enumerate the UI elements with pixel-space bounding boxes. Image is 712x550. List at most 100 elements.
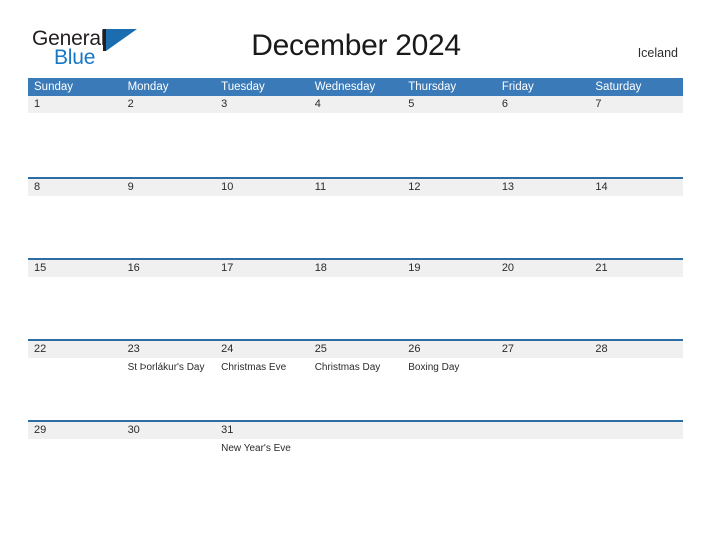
holiday-event-label: Christmas Day bbox=[314, 362, 381, 373]
holiday-event-label: Boxing Day bbox=[408, 362, 460, 373]
day-cell-30[interactable]: 30 bbox=[122, 422, 216, 501]
holiday-event-label: St Þorlákur's Day bbox=[127, 362, 205, 373]
day-cell-28[interactable]: 28 bbox=[589, 341, 683, 420]
week-cells: 8 9 10 11 12 13 14 bbox=[28, 179, 683, 258]
day-events: Christmas Day bbox=[315, 358, 403, 374]
day-number: 6 bbox=[501, 98, 508, 110]
day-number: 13 bbox=[501, 181, 515, 193]
day-cell-24[interactable]: 24 Christmas Eve bbox=[215, 341, 309, 420]
day-cell-8[interactable]: 8 bbox=[28, 179, 122, 258]
day-events: New Year's Eve bbox=[221, 439, 309, 455]
day-number: 23 bbox=[127, 343, 140, 355]
weekday-header-monday: Monday bbox=[127, 81, 169, 93]
holiday-event-label: Christmas Eve bbox=[221, 362, 287, 373]
day-number bbox=[502, 422, 590, 439]
day-cell-23[interactable]: 23 St Þorlákur's Day bbox=[122, 341, 216, 420]
day-cell-empty bbox=[402, 422, 496, 501]
day-cell-12[interactable]: 12 bbox=[402, 179, 496, 258]
day-cell-4[interactable]: 4 bbox=[309, 96, 403, 175]
day-cell-25[interactable]: 25 Christmas Day bbox=[309, 341, 403, 420]
day-number: 11 bbox=[314, 181, 327, 193]
day-number: 17 bbox=[221, 262, 234, 274]
day-cell-6[interactable]: 6 bbox=[496, 96, 590, 175]
weekday-header-row: Sunday Monday Tuesday Wednesday Thursday Frid… bbox=[28, 78, 683, 96]
day-cell-empty bbox=[589, 422, 683, 501]
weekday-header-tuesday: Tuesday bbox=[221, 81, 265, 93]
day-cell-5[interactable]: 5 bbox=[402, 96, 496, 175]
day-cell-18[interactable]: 18 bbox=[309, 260, 403, 339]
day-number: 1 bbox=[34, 98, 41, 110]
day-cell-9[interactable]: 9 bbox=[122, 179, 216, 258]
weekday-header-wednesday: Wednesday bbox=[314, 81, 376, 93]
day-number: 5 bbox=[408, 98, 415, 110]
day-number: 26 bbox=[408, 343, 421, 355]
weekday-header-sunday: Sunday bbox=[34, 81, 74, 93]
day-number: 3 bbox=[221, 98, 228, 110]
day-cell-7[interactable]: 7 bbox=[589, 96, 683, 175]
holiday-event-label: New Year's Eve bbox=[221, 443, 291, 454]
day-cell-empty bbox=[309, 422, 403, 501]
day-number bbox=[408, 422, 496, 439]
day-number: 27 bbox=[501, 343, 515, 355]
week-cells: 22 23 St Þorlákur's Day 24 Christmas Eve 25 Ch… bbox=[28, 341, 683, 420]
day-cell-29[interactable]: 29 bbox=[28, 422, 122, 501]
day-number: 8 bbox=[34, 181, 41, 193]
day-cell-27[interactable]: 27 bbox=[496, 341, 590, 420]
calendar-page: General Blue December 2024 Iceland Sunda… bbox=[0, 0, 712, 550]
day-cell-10[interactable]: 10 bbox=[215, 179, 309, 258]
day-cell-22[interactable]: 22 bbox=[28, 341, 122, 420]
day-number: 15 bbox=[34, 262, 47, 274]
day-cell-1[interactable]: 1 bbox=[28, 96, 122, 175]
day-number: 25 bbox=[314, 343, 327, 355]
day-number: 21 bbox=[595, 262, 608, 274]
day-number: 16 bbox=[127, 262, 140, 274]
weekday-header-thursday: Thursday bbox=[408, 81, 457, 93]
page-header: General Blue December 2024 Iceland bbox=[0, 0, 712, 78]
day-cell-19[interactable]: 19 bbox=[402, 260, 496, 339]
day-cell-13[interactable]: 13 bbox=[496, 179, 590, 258]
day-number: 12 bbox=[408, 181, 421, 193]
week-cells: 29 30 31 New Year's Eve bbox=[28, 422, 683, 501]
calendar-weeks: 1 2 3 4 5 6 7 8 9 10 11 12 13 14 15 16 17 18 19 20 21 22 23 St … bbox=[28, 96, 683, 501]
day-number: 19 bbox=[408, 262, 421, 274]
day-number: 20 bbox=[501, 262, 515, 274]
calendar-grid: Sunday Monday Tuesday Wednesday Thursday Frid… bbox=[28, 78, 683, 501]
weekday-header-friday: Friday bbox=[501, 81, 534, 93]
day-cell-26[interactable]: 26 Boxing Day bbox=[402, 341, 496, 420]
week-cells: 1 2 3 4 5 6 7 bbox=[28, 96, 683, 175]
day-cell-20[interactable]: 20 bbox=[496, 260, 590, 339]
calendar-week-row: 29 30 31 New Year's Eve bbox=[28, 420, 683, 501]
day-number bbox=[315, 422, 403, 439]
day-number: 22 bbox=[34, 343, 47, 355]
day-events: St Þorlákur's Day bbox=[128, 358, 216, 374]
day-cell-17[interactable]: 17 bbox=[215, 260, 309, 339]
day-events: Christmas Eve bbox=[221, 358, 309, 374]
day-cell-16[interactable]: 16 bbox=[122, 260, 216, 339]
day-events: Boxing Day bbox=[408, 358, 496, 374]
day-number: 29 bbox=[34, 424, 47, 436]
calendar-week-row: 1 2 3 4 5 6 7 bbox=[28, 96, 683, 177]
day-number: 10 bbox=[221, 181, 234, 193]
day-number: 18 bbox=[314, 262, 327, 274]
day-number: 30 bbox=[127, 424, 140, 436]
day-number: 2 bbox=[127, 98, 134, 110]
day-cell-15[interactable]: 15 bbox=[28, 260, 122, 339]
calendar-week-row: 15 16 17 18 19 20 21 bbox=[28, 258, 683, 339]
day-number: 9 bbox=[127, 181, 134, 193]
day-cell-11[interactable]: 11 bbox=[309, 179, 403, 258]
region-label: Iceland bbox=[637, 46, 678, 60]
day-cell-2[interactable]: 2 bbox=[122, 96, 216, 175]
day-cell-14[interactable]: 14 bbox=[589, 179, 683, 258]
day-cell-empty bbox=[496, 422, 590, 501]
day-cell-21[interactable]: 21 bbox=[589, 260, 683, 339]
page-title: December 2024 bbox=[251, 29, 461, 62]
day-number bbox=[595, 422, 683, 439]
weekday-header-saturday: Saturday bbox=[595, 81, 642, 93]
day-number: 24 bbox=[221, 343, 234, 355]
day-number: 31 bbox=[221, 424, 234, 436]
calendar-week-row: 22 23 St Þorlákur's Day 24 Christmas Eve 25 Ch… bbox=[28, 339, 683, 420]
week-cells: 15 16 17 18 19 20 21 bbox=[28, 260, 683, 339]
day-number: 28 bbox=[595, 343, 608, 355]
day-cell-3[interactable]: 3 bbox=[215, 96, 309, 175]
day-cell-31[interactable]: 31 New Year's Eve bbox=[215, 422, 309, 501]
